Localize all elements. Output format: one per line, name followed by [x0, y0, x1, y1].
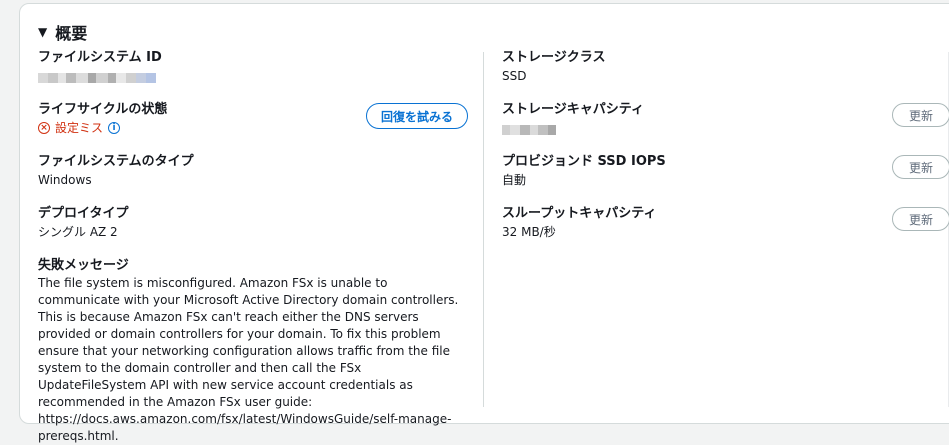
failure-message-label: 失敗メッセージ: [38, 258, 129, 273]
storage-class-value: SSD: [502, 69, 527, 83]
throughput-value: 32 MB/秒: [502, 225, 556, 239]
error-icon: ×: [38, 122, 50, 134]
filesystem-type-label: ファイルシステムのタイプ: [38, 154, 194, 169]
throughput-field: スループットキャパシティ 32 MB/秒 更新: [502, 205, 949, 257]
caret-down-icon[interactable]: ▼: [38, 25, 47, 39]
deployment-type-field: デプロイタイプ シングル AZ 2: [38, 205, 468, 257]
iops-value: 自動: [502, 173, 527, 187]
filesystem-type-field: ファイルシステムのタイプ Windows: [38, 153, 468, 205]
iops-field: プロビジョンド SSD IOPS 自動 更新: [502, 153, 949, 205]
iops-label: プロビジョンド SSD IOPS: [502, 154, 666, 169]
attempt-recovery-button[interactable]: 回復を試みる: [365, 103, 468, 129]
right-column: ストレージクラス SSD ストレージキャパシティ 更新 プロビジョンド SSD …: [502, 49, 949, 257]
failure-message-text: The file system is misconfigured. Amazon…: [38, 276, 459, 443]
storage-capacity-update-button[interactable]: 更新: [892, 103, 949, 127]
filesystem-id-field: ファイルシステム ID: [38, 49, 468, 101]
storage-capacity-redacted: [502, 125, 556, 135]
deployment-type-value: シングル AZ 2: [38, 225, 118, 239]
section-title: 概要: [55, 24, 88, 43]
throughput-update-button[interactable]: 更新: [892, 207, 949, 231]
storage-capacity-field: ストレージキャパシティ 更新: [502, 101, 949, 153]
storage-class-field: ストレージクラス SSD: [502, 49, 932, 101]
iops-update-button[interactable]: 更新: [892, 155, 949, 179]
info-icon[interactable]: i: [108, 122, 121, 134]
summary-panel: ▼ 概要 ファイルシステム ID ライフサイクルの状態 × 設定ミス i 回復を…: [19, 3, 949, 443]
lifecycle-field: ライフサイクルの状態 × 設定ミス i 回復を試みる: [38, 101, 468, 153]
section-header[interactable]: ▼ 概要: [38, 20, 87, 44]
filesystem-id-label: ファイルシステム ID: [38, 50, 162, 65]
left-column: ファイルシステム ID ライフサイクルの状態 × 設定ミス i 回復を試みる フ…: [38, 49, 468, 445]
filesystem-id-redacted: [38, 73, 156, 83]
storage-class-label: ストレージクラス: [502, 50, 606, 65]
throughput-label: スループットキャパシティ: [502, 206, 657, 221]
filesystem-type-value: Windows: [38, 173, 92, 187]
column-divider: [483, 52, 484, 407]
deployment-type-label: デプロイタイプ: [38, 206, 129, 221]
lifecycle-value: 設定ミス: [55, 121, 104, 135]
storage-capacity-label: ストレージキャパシティ: [502, 102, 644, 117]
failure-message-field: 失敗メッセージ The file system is misconfigured…: [38, 257, 468, 445]
